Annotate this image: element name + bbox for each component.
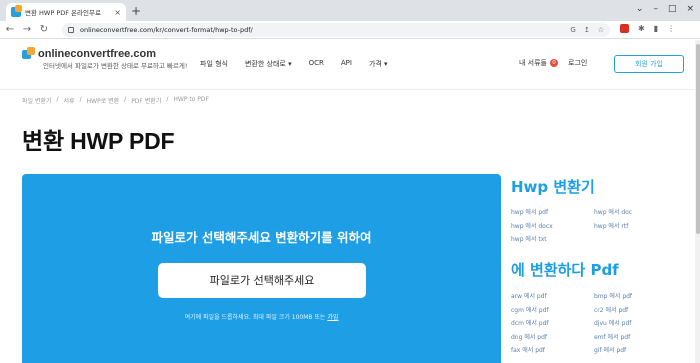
pdf-converter-heading: 에 변환하다 Pdf bbox=[511, 261, 619, 279]
site-header: onlineconvertfree.com 인터넷에서 파일로가 변환한 상태로… bbox=[0, 40, 700, 90]
nav-api[interactable]: API bbox=[341, 59, 352, 69]
breadcrumb: 파일 변환기 / 서류 / HWP로 변환 / PDF 변환기 / HWP to… bbox=[22, 96, 209, 105]
extension-icons: ✱ ▮ ⋮ bbox=[620, 24, 675, 33]
window-controls: ⌄ – □ × bbox=[636, 4, 694, 14]
breadcrumb-item[interactable]: HWP로 변환 bbox=[87, 96, 120, 105]
maximize-button[interactable]: □ bbox=[668, 4, 677, 14]
login-link[interactable]: 로그인 bbox=[568, 58, 587, 68]
upload-dropzone[interactable]: 파일로가 선택해주세요 변환하기를 위하여 파일로가 선택해주세요 여기에 파일… bbox=[22, 174, 501, 363]
back-icon[interactable]: ← bbox=[3, 24, 17, 35]
breadcrumb-item[interactable]: PDF 변환기 bbox=[131, 96, 161, 105]
breadcrumb-separator: / bbox=[124, 96, 127, 103]
signup-link[interactable]: 가입 bbox=[327, 314, 338, 321]
nav-converters[interactable]: 변환한 상태로 ▾ bbox=[245, 59, 292, 69]
bookmark-star-icon[interactable]: ☆ bbox=[598, 26, 604, 34]
breadcrumb-separator: / bbox=[79, 96, 82, 103]
my-files-link[interactable]: 내 서류들 bbox=[519, 58, 547, 68]
signup-button[interactable]: 회원 가입 bbox=[614, 55, 684, 73]
side-panel-icon[interactable]: ▮ bbox=[654, 24, 658, 33]
browser-toolbar: ← → ↻ onlineconvertfree.com/kr/convert-f… bbox=[0, 21, 700, 39]
page-title: 변환 HWP PDF bbox=[22, 128, 175, 154]
converter-link[interactable]: hwp 에서 docx bbox=[511, 221, 594, 235]
converter-link[interactable]: cgm 에서 pdf bbox=[511, 305, 594, 319]
url-text: onlineconvertfree.com/kr/convert-format/… bbox=[80, 26, 253, 34]
logo-icon bbox=[22, 47, 35, 60]
converter-link[interactable]: dcm 에서 pdf bbox=[511, 318, 594, 332]
browser-tab-strip: 변환 HWP PDF 온라인무료 × + ⌄ – □ × bbox=[0, 0, 700, 21]
breadcrumb-current: HWP to PDF bbox=[173, 96, 209, 103]
converter-link[interactable]: dng 에서 pdf bbox=[511, 332, 594, 346]
upload-heading: 파일로가 선택해주세요 변환하기를 위하여 bbox=[151, 230, 372, 245]
favicon-icon bbox=[11, 5, 22, 17]
nav-ocr[interactable]: OCR bbox=[309, 59, 324, 69]
logo-text: onlineconvertfree.com bbox=[38, 47, 156, 60]
browser-tab[interactable]: 변환 HWP PDF 온라인무료 × bbox=[6, 3, 126, 21]
converter-link[interactable]: cr2 에서 pdf bbox=[594, 305, 677, 319]
header-account: 내 서류들 0 로그인 bbox=[519, 58, 587, 68]
new-tab-button[interactable]: + bbox=[131, 4, 141, 18]
files-count-badge: 0 bbox=[550, 59, 558, 67]
breadcrumb-separator: / bbox=[166, 96, 169, 103]
converter-link[interactable]: arw 에서 pdf bbox=[511, 291, 594, 305]
converter-link[interactable]: gif 에서 pdf bbox=[594, 345, 677, 359]
tab-title: 변환 HWP PDF 온라인무료 bbox=[25, 9, 101, 17]
nav-pricing[interactable]: 가격 ▾ bbox=[369, 59, 388, 69]
close-window-button[interactable]: × bbox=[686, 4, 694, 14]
puzzle-icon[interactable]: ✱ bbox=[638, 24, 645, 33]
hwp-converter-links: hwp 에서 pdf hwp 에서 doc hwp 에서 docx hwp 에서… bbox=[511, 207, 681, 248]
site-logo[interactable]: onlineconvertfree.com bbox=[22, 47, 156, 60]
upload-note: 여기에 파일을 드롭하세요. 최대 파일 크기 100MB 또는 가입 bbox=[22, 312, 501, 321]
converter-link[interactable]: hwp 에서 doc bbox=[594, 207, 677, 221]
choose-file-button[interactable]: 파일로가 선택해주세요 bbox=[158, 263, 366, 298]
google-icon[interactable]: G bbox=[570, 26, 575, 34]
converter-link[interactable]: djvu 에서 pdf bbox=[594, 318, 677, 332]
minimize-button[interactable]: – bbox=[653, 4, 658, 14]
breadcrumb-separator: / bbox=[56, 96, 59, 103]
nav-file-formats[interactable]: 파일 형식 bbox=[200, 59, 228, 69]
tab-search-icon[interactable]: ⌄ bbox=[636, 4, 644, 14]
omnibox-icons: G ↥ ☆ bbox=[570, 26, 604, 34]
scrollbar-thumb[interactable] bbox=[696, 44, 700, 234]
converter-link[interactable]: bmp 에서 pdf bbox=[594, 291, 677, 305]
converter-link[interactable]: hwp 에서 pdf bbox=[511, 207, 594, 221]
hwp-converter-heading: Hwp 변환기 bbox=[511, 178, 595, 196]
breadcrumb-item[interactable]: 파일 변환기 bbox=[22, 96, 52, 105]
breadcrumb-item[interactable]: 서류 bbox=[64, 96, 75, 105]
tagline: 인터넷에서 파일로가 변환한 상태로 무료하고 빠르게! bbox=[43, 62, 188, 70]
reload-icon[interactable]: ↻ bbox=[37, 24, 51, 35]
share-icon[interactable]: ↥ bbox=[584, 26, 590, 34]
pdf-converter-links: arw 에서 pdf bmp 에서 pdf cgm 에서 pdf cr2 에서 … bbox=[511, 291, 681, 359]
upload-note-text: 여기에 파일을 드롭하세요. 최대 파일 크기 100MB 또는 bbox=[184, 314, 326, 321]
extension-red-icon[interactable] bbox=[620, 24, 629, 33]
close-tab-icon[interactable]: × bbox=[114, 8, 121, 17]
lock-icon[interactable] bbox=[68, 27, 74, 33]
address-bar[interactable]: onlineconvertfree.com/kr/convert-format/… bbox=[62, 23, 610, 37]
converter-link[interactable]: hwp 에서 rtf bbox=[594, 221, 677, 235]
main-nav: 파일 형식 변환한 상태로 ▾ OCR API 가격 ▾ bbox=[200, 59, 405, 69]
forward-icon[interactable]: → bbox=[20, 24, 34, 35]
menu-icon[interactable]: ⋮ bbox=[667, 24, 675, 33]
converter-link[interactable]: emf 에서 pdf bbox=[594, 332, 677, 346]
converter-link[interactable]: hwp 에서 txt bbox=[511, 234, 594, 248]
converter-link[interactable]: fax 에서 pdf bbox=[511, 345, 594, 359]
